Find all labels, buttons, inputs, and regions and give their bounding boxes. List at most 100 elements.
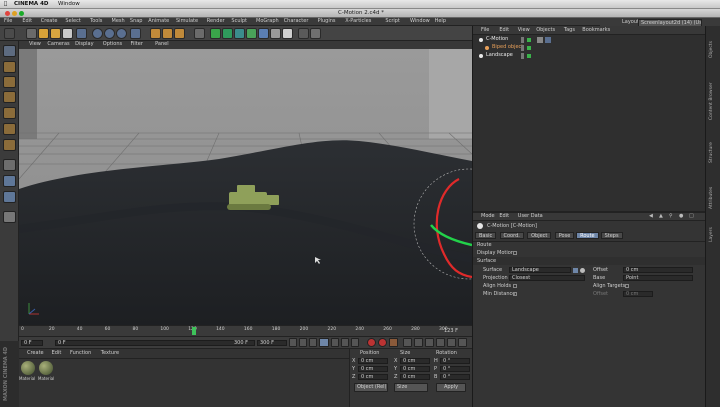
tab-basic[interactable]: Basic bbox=[475, 232, 497, 239]
points-mode-icon[interactable] bbox=[3, 107, 16, 119]
offset-field[interactable]: 0 cm bbox=[623, 267, 693, 273]
viewport-menu-filter[interactable]: Filter bbox=[131, 42, 143, 47]
side-tab-objects[interactable]: Objects bbox=[709, 41, 715, 58]
side-tab-content-browser[interactable]: Content Browser bbox=[709, 83, 715, 121]
menu-animate[interactable]: Animate bbox=[148, 19, 169, 24]
object-name[interactable]: Biped object bbox=[492, 45, 523, 50]
snap-icon[interactable] bbox=[310, 28, 321, 39]
display-motion-checkbox[interactable] bbox=[513, 251, 517, 255]
camera-icon[interactable] bbox=[270, 28, 281, 39]
viewport-menu-display[interactable]: Display bbox=[75, 42, 93, 47]
menu-sculpt[interactable]: Sculpt bbox=[231, 19, 247, 24]
enable-check-icon[interactable] bbox=[527, 46, 531, 50]
menu-edit[interactable]: Edit bbox=[22, 19, 32, 24]
object-row[interactable]: Landscape bbox=[473, 52, 705, 60]
tweak-mode-icon[interactable] bbox=[3, 191, 16, 203]
prev-frame-icon[interactable] bbox=[309, 338, 317, 347]
workplane-icon[interactable] bbox=[3, 91, 16, 103]
menu-render[interactable]: Render bbox=[207, 19, 225, 24]
go-to-start-icon[interactable] bbox=[289, 338, 297, 347]
keyframe-selection-icon[interactable] bbox=[389, 338, 398, 347]
spline-icon[interactable] bbox=[210, 28, 221, 39]
model-mode-icon[interactable] bbox=[3, 61, 16, 73]
app-name[interactable]: CINEMA 4D bbox=[14, 1, 48, 8]
render-view-icon[interactable] bbox=[150, 28, 161, 39]
play-pause-icon[interactable] bbox=[319, 338, 329, 347]
base-select[interactable]: Point bbox=[623, 275, 693, 281]
z-axis-icon[interactable] bbox=[116, 28, 127, 39]
coord-size-field[interactable]: 0 cm bbox=[400, 358, 430, 364]
material-menu-create[interactable]: Create bbox=[27, 351, 44, 356]
tab-route[interactable]: Route bbox=[576, 232, 599, 239]
coord-rotation-field[interactable]: 0 ° bbox=[440, 366, 470, 372]
zoom-window-button[interactable] bbox=[19, 11, 24, 16]
axis-icon[interactable] bbox=[76, 28, 87, 39]
back-arrow-icon[interactable]: ◀ bbox=[649, 214, 653, 219]
apple-icon[interactable]:  bbox=[4, 1, 7, 8]
apply-button[interactable]: Apply bbox=[436, 383, 466, 392]
menu-window[interactable]: Window bbox=[410, 19, 430, 24]
move-icon[interactable] bbox=[26, 28, 37, 39]
edges-mode-icon[interactable] bbox=[3, 123, 16, 135]
object-name[interactable]: C-Motion bbox=[486, 37, 508, 42]
side-tab-attributes[interactable]: Attributes bbox=[709, 187, 715, 209]
attr-menu-user-data[interactable]: User Data bbox=[518, 214, 543, 219]
go-to-end-icon[interactable] bbox=[351, 338, 359, 347]
menu-x-particles[interactable]: X-Particles bbox=[345, 19, 371, 24]
menu-script[interactable]: Script bbox=[385, 19, 400, 24]
render-picture-viewer-icon[interactable] bbox=[162, 28, 173, 39]
object-menu-tags[interactable]: Tags bbox=[564, 28, 575, 33]
enable-check-icon[interactable] bbox=[527, 54, 531, 58]
y-axis-icon[interactable] bbox=[104, 28, 115, 39]
start-frame-field[interactable]: 0 F bbox=[21, 340, 43, 346]
object-menu-objects[interactable]: Objects bbox=[536, 28, 555, 33]
cube-icon[interactable] bbox=[194, 28, 205, 39]
coord-position-field[interactable]: 0 cm bbox=[358, 366, 388, 372]
side-tab-layers[interactable]: Layers bbox=[709, 227, 715, 242]
menu-mesh[interactable]: Mesh bbox=[112, 19, 125, 24]
coord-mode-select[interactable]: Object (Rel) bbox=[354, 383, 388, 392]
autokey-icon[interactable] bbox=[378, 338, 387, 347]
viewport-menu-panel[interactable]: Panel bbox=[155, 42, 169, 47]
menu-create[interactable]: Create bbox=[41, 19, 58, 24]
attr-menu-edit[interactable]: Edit bbox=[499, 214, 509, 219]
render-settings-icon[interactable] bbox=[174, 28, 185, 39]
coord-position-field[interactable]: 0 cm bbox=[358, 374, 388, 380]
align-holds-checkbox[interactable] bbox=[513, 284, 517, 288]
timeline[interactable]: 0204060801001201401601802002202402602803… bbox=[19, 325, 472, 336]
material-menu-edit[interactable]: Edit bbox=[52, 351, 62, 356]
pla-key-icon[interactable] bbox=[447, 338, 456, 347]
menu-simulate[interactable]: Simulate bbox=[176, 19, 198, 24]
search-icon[interactable]: ⚲ bbox=[669, 214, 673, 219]
axis-mode-icon[interactable] bbox=[3, 175, 16, 187]
tab-coord-[interactable]: Coord. bbox=[499, 232, 524, 239]
coord-size-select[interactable]: Size bbox=[394, 383, 428, 392]
object-row[interactable]: Biped object bbox=[473, 44, 705, 52]
undo-icon[interactable] bbox=[4, 28, 15, 39]
menu-mograph[interactable]: MoGraph bbox=[256, 19, 279, 24]
playhead[interactable] bbox=[192, 327, 196, 335]
up-arrow-icon[interactable]: ▲ bbox=[659, 214, 663, 219]
coord-size-field[interactable]: 0 cm bbox=[400, 374, 430, 380]
next-frame-icon[interactable] bbox=[331, 338, 339, 347]
min-distance-checkbox[interactable] bbox=[513, 292, 517, 296]
menu-tools[interactable]: Tools bbox=[90, 19, 102, 24]
align-targets-checkbox[interactable] bbox=[625, 284, 629, 288]
coord-rotation-field[interactable]: 0 ° bbox=[440, 358, 470, 364]
viewport-menu-options[interactable]: Options bbox=[103, 42, 122, 47]
rotate-icon[interactable] bbox=[50, 28, 61, 39]
tab-object[interactable]: Object bbox=[527, 232, 552, 239]
next-key-icon[interactable] bbox=[341, 338, 349, 347]
record-key-icon[interactable] bbox=[367, 338, 376, 347]
material-menu-function[interactable]: Function bbox=[70, 351, 91, 356]
coord-size-field[interactable]: 0 cm bbox=[400, 366, 430, 372]
array-icon[interactable] bbox=[234, 28, 245, 39]
minimize-window-button[interactable] bbox=[12, 11, 17, 16]
snap-tool-icon[interactable] bbox=[3, 159, 16, 171]
nurbs-icon[interactable] bbox=[222, 28, 233, 39]
lock-icon[interactable]: ● bbox=[679, 214, 683, 219]
material-menu-texture[interactable]: Texture bbox=[101, 351, 119, 356]
side-tab-structure[interactable]: Structure bbox=[709, 142, 715, 163]
surface-group-header[interactable]: Surface bbox=[473, 257, 705, 265]
prev-key-icon[interactable] bbox=[299, 338, 307, 347]
